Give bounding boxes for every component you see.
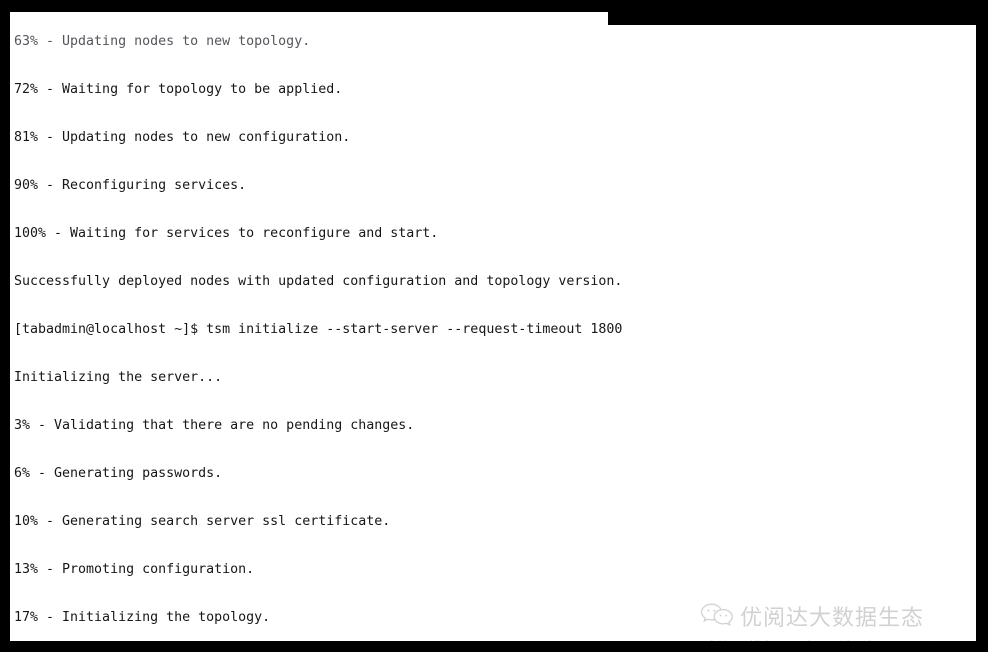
terminal-line: 17% - Initializing the topology.	[14, 610, 271, 625]
terminal-line: 3% - Validating that there are no pendin…	[14, 418, 415, 433]
terminal-line: 100% - Waiting for services to reconfigu…	[14, 226, 439, 241]
terminal-output[interactable]: 63% - Updating nodes to new topology. 72…	[14, 12, 976, 641]
terminal-line: 72% - Waiting for topology to be applied…	[14, 82, 343, 97]
terminal-line: 6% - Generating passwords.	[14, 466, 223, 481]
terminal-window[interactable]: 63% - Updating nodes to new topology. 72…	[10, 12, 976, 641]
top-edge-band	[608, 12, 976, 25]
terminal-line: Successfully deployed nodes with updated…	[14, 274, 623, 289]
terminal-line: 90% - Reconfiguring services.	[14, 178, 247, 193]
terminal-line: Initializing the server...	[14, 370, 223, 385]
terminal-line: 81% - Updating nodes to new configuratio…	[14, 130, 351, 145]
screenshot-root: 63% - Updating nodes to new topology. 72…	[0, 0, 988, 652]
terminal-line: 63% - Updating nodes to new topology.	[14, 34, 311, 49]
terminal-command-line: [tabadmin@localhost ~]$ tsm initialize -…	[14, 322, 623, 337]
terminal-line: 10% - Generating search server ssl certi…	[14, 514, 391, 529]
terminal-line: 13% - Promoting configuration.	[14, 562, 255, 577]
